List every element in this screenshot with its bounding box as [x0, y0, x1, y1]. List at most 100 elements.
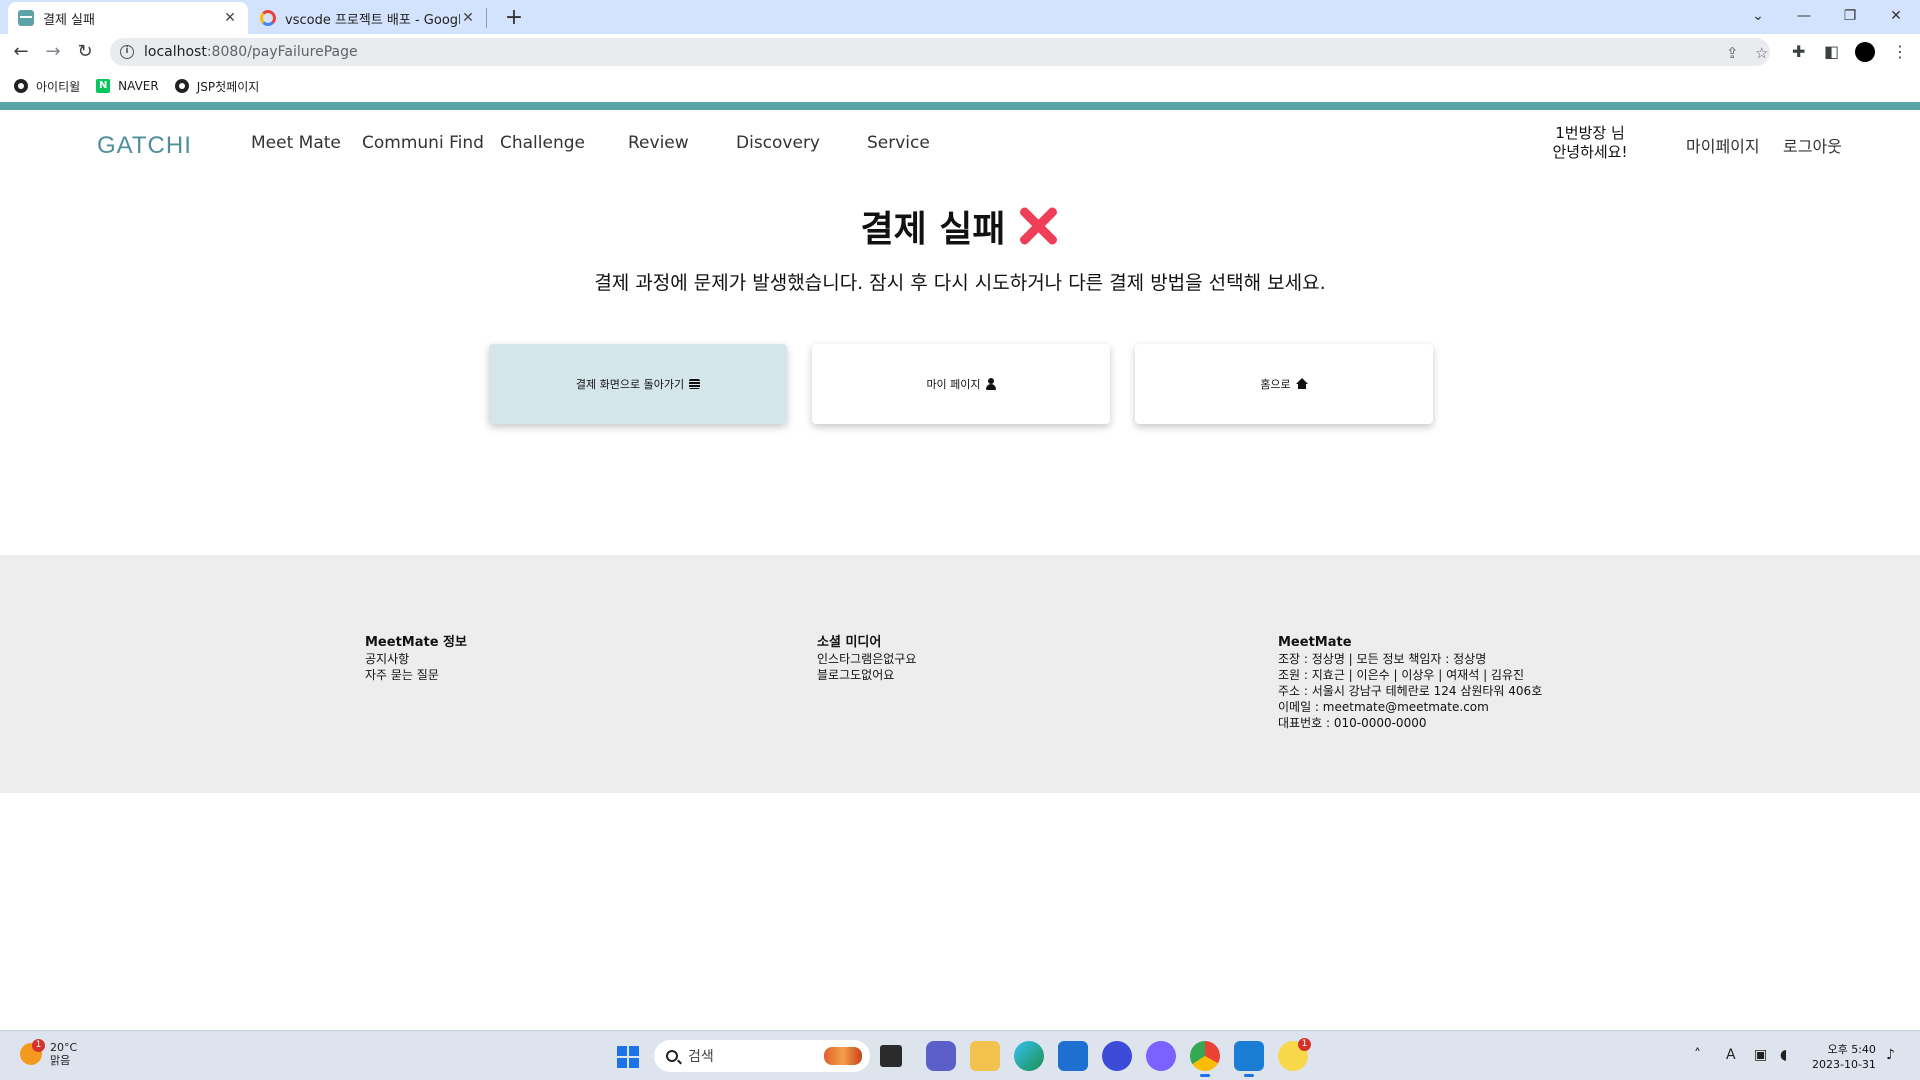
nav-service[interactable]: Service: [867, 133, 930, 153]
footer-email-text: 이메일 : meetmate@meetmate.com: [1278, 700, 1489, 714]
google-favicon-icon: [260, 10, 276, 26]
back-arrow-icon[interactable]: ←: [8, 39, 34, 65]
tab-close-icon[interactable]: ✕: [460, 10, 476, 26]
globe-icon: [174, 79, 189, 93]
mypage-link[interactable]: 마이페이지: [1686, 133, 1760, 157]
footer-phone-text: 대표번호 : 010-0000-0000: [1278, 716, 1427, 730]
bookmark-itwill[interactable]: 아이티윌: [14, 78, 80, 95]
bookmark-jsp[interactable]: JSP첫페이지: [174, 78, 260, 95]
web-page: GATCHI Meet Mate Communi Find Challenge …: [0, 102, 1920, 1030]
site-info-icon[interactable]: i: [120, 45, 134, 59]
site-favicon-icon: [18, 10, 34, 26]
footer-leader-text: 조장 : 정상명 | 모든 정보 책임자 : 정상명: [1278, 652, 1487, 666]
button-label: 홈으로: [1260, 378, 1291, 391]
footer-heading: 소셜 미디어: [817, 635, 882, 650]
weather-temperature: 20°C: [50, 1041, 78, 1054]
app-launcher-icon[interactable]: [1102, 1041, 1132, 1071]
restore-button[interactable]: ❐: [1830, 4, 1870, 28]
accent-top-bar: [0, 102, 1920, 110]
teams-chat-icon[interactable]: [926, 1041, 956, 1071]
bookmark-label: NAVER: [118, 79, 159, 93]
search-icon: [666, 1050, 678, 1062]
side-panel-icon[interactable]: ◧: [1824, 42, 1839, 61]
footer-address-text: 주소 : 서울시 강남구 테헤란로 124 삼원타워 406호: [1278, 684, 1543, 698]
close-window-button[interactable]: ✕: [1876, 4, 1916, 28]
nav-communi-find[interactable]: Communi Find: [362, 133, 484, 153]
notification-bell-icon[interactable]: ♪: [1886, 1047, 1895, 1063]
url-path: :8080/payFailurePage: [206, 44, 358, 60]
show-hidden-icons-chevron-icon[interactable]: ˄: [1694, 1047, 1701, 1063]
vscode-icon[interactable]: [1234, 1041, 1264, 1077]
weather-description: 맑음: [50, 1054, 71, 1067]
footer-heading: MeetMate 정보: [365, 635, 467, 650]
home-button[interactable]: 홈으로: [1135, 344, 1433, 424]
task-view-icon[interactable]: [880, 1045, 902, 1067]
chrome-browser-icon[interactable]: [1190, 1041, 1220, 1077]
globe-icon: [14, 79, 28, 93]
edge-browser-icon[interactable]: [1014, 1041, 1044, 1071]
search-highlight-icon: [824, 1047, 862, 1065]
forward-arrow-icon[interactable]: →: [40, 39, 66, 65]
sun-weather-icon: 1: [20, 1039, 45, 1065]
system-clock[interactable]: 오후 5:40 2023-10-31: [1812, 1042, 1876, 1072]
browser-tab-strip: 결제 실패 ✕ vscode 프로젝트 배포 - Google ✕ + ⌄ — …: [0, 0, 1920, 34]
ime-indicator[interactable]: A: [1726, 1047, 1736, 1063]
tab-title: 결제 실패: [43, 12, 95, 28]
taskbar-search[interactable]: 검색: [654, 1040, 870, 1072]
back-to-payment-button[interactable]: 결제 화면으로 돌아가기: [489, 344, 787, 424]
button-label: 결제 화면으로 돌아가기: [575, 378, 685, 391]
network-icon[interactable]: ▣: [1754, 1047, 1767, 1063]
address-bar[interactable]: i localhost:8080/payFailurePage ⇪ ☆: [110, 38, 1770, 66]
chrome-menu-icon[interactable]: ⋮: [1892, 42, 1908, 61]
footer-instagram-text: 인스타그램은없구요: [817, 652, 917, 666]
footer-members-text: 조원 : 지효근 | 이은수 | 이상우 | 여재석 | 김유진: [1278, 668, 1525, 682]
new-tab-button[interactable]: +: [500, 4, 528, 32]
nav-challenge[interactable]: Challenge: [500, 133, 585, 153]
logout-link[interactable]: 로그아웃: [1783, 133, 1842, 157]
user-greeting: 1번방장 님 안녕하세요!: [1548, 124, 1632, 162]
taskbar-search-placeholder: 검색: [688, 1049, 714, 1065]
tab-search-chevron-icon[interactable]: ⌄: [1738, 4, 1778, 28]
clock-date: 2023-10-31: [1812, 1058, 1876, 1071]
clock-time: 오후 5:40: [1827, 1043, 1876, 1056]
profile-avatar[interactable]: [1855, 42, 1875, 62]
bookmarks-bar: 아이티윌 N NAVER JSP첫페이지: [0, 70, 1920, 102]
extensions-puzzle-icon[interactable]: ✚: [1792, 42, 1805, 61]
weather-widget[interactable]: 1 20°C 맑음: [20, 1039, 78, 1067]
bookmark-label: JSP첫페이지: [196, 79, 260, 94]
tab-close-icon[interactable]: ✕: [222, 10, 238, 26]
footer-notice-link[interactable]: 공지사항: [365, 651, 467, 667]
naver-logo-icon: N: [96, 79, 111, 93]
minimize-button[interactable]: —: [1784, 4, 1824, 28]
microsoft-store-icon[interactable]: [1058, 1041, 1088, 1071]
tab-title: vscode 프로젝트 배포 - Google: [285, 12, 460, 28]
volume-icon[interactable]: ◖: [1780, 1047, 1787, 1063]
assistant-app-icon[interactable]: [1146, 1041, 1176, 1071]
tab-vscode-deploy[interactable]: vscode 프로젝트 배포 - Google ✕: [250, 2, 486, 34]
bookmark-star-icon[interactable]: ☆: [1755, 44, 1768, 62]
site-logo[interactable]: GATCHI: [97, 132, 192, 160]
nav-meet-mate[interactable]: Meet Mate: [251, 133, 341, 153]
footer-faq-link[interactable]: 자주 묻는 질문: [365, 667, 467, 683]
share-icon[interactable]: ⇪: [1726, 44, 1739, 62]
nav-review[interactable]: Review: [628, 133, 689, 153]
bookmark-label: 아이티윌: [36, 79, 81, 94]
footer-social-column: 소셜 미디어 인스타그램은없구요 블로그도없어요: [817, 635, 916, 683]
greeting-name: 1번방장 님: [1555, 124, 1625, 142]
mypage-button[interactable]: 마이 페이지: [812, 344, 1110, 424]
footer-blog-text: 블로그도없어요: [817, 668, 895, 682]
nav-discovery[interactable]: Discovery: [736, 133, 820, 153]
bookmark-naver[interactable]: N NAVER: [96, 79, 159, 93]
tab-payment-failure[interactable]: 결제 실패 ✕: [8, 2, 248, 34]
app-notification-badge: 1: [1298, 1038, 1311, 1051]
windows-taskbar: 1 20°C 맑음 검색 1 ˄ A ▣ ◖ 오후 5:40 2023-10-3…: [0, 1030, 1920, 1080]
file-explorer-icon[interactable]: [970, 1041, 1000, 1071]
reload-icon[interactable]: ↻: [72, 39, 98, 65]
weather-badge: 1: [32, 1039, 45, 1052]
footer-heading: MeetMate: [1278, 635, 1352, 650]
home-icon: [1295, 378, 1308, 390]
failure-message: 결제 과정에 문제가 발생했습니다. 잠시 후 다시 시도하거나 다른 결제 방…: [594, 272, 1326, 294]
notes-app-icon[interactable]: 1: [1278, 1038, 1311, 1071]
coins-icon: [689, 379, 701, 389]
windows-start-icon[interactable]: [617, 1046, 639, 1068]
